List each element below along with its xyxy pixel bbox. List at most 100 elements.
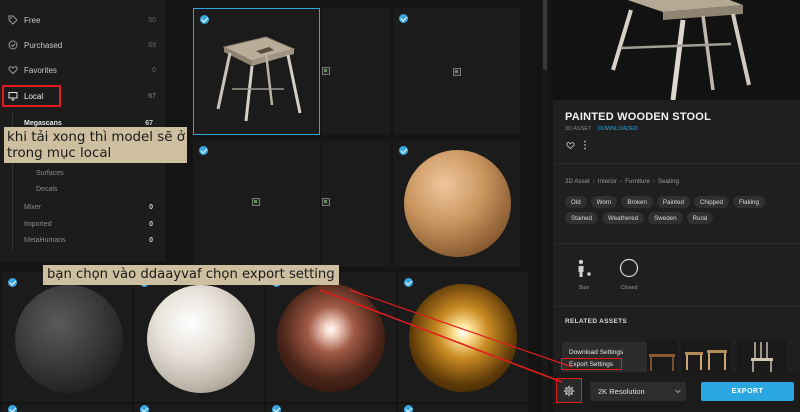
check-circle-icon (8, 40, 18, 50)
downloaded-check-icon (272, 405, 281, 412)
sidebar-sub-decals[interactable]: Decals (36, 186, 165, 193)
person-scale-icon (578, 259, 591, 277)
sidebar-item-count: 50 (148, 16, 156, 24)
resolution-select[interactable]: 2K Resolution (590, 382, 686, 401)
sidebar-item-label: Favorites (24, 65, 57, 75)
tag-chip[interactable]: Chipped (693, 196, 729, 208)
asset-card[interactable] (398, 404, 528, 412)
asset-card-dark-sphere[interactable] (2, 272, 132, 402)
local-highlight-box (2, 85, 61, 107)
export-button[interactable]: EXPORT (701, 382, 794, 401)
downloaded-check-icon (200, 15, 209, 24)
asset-card[interactable] (321, 140, 391, 267)
downloaded-check-icon (199, 146, 208, 155)
tag-chip[interactable]: Stained (565, 212, 598, 224)
export-settings-highlight-box (561, 358, 622, 370)
sidebar-item-label: Free (24, 15, 41, 25)
divider (553, 243, 800, 244)
divider (553, 306, 800, 307)
downloaded-check-icon (8, 278, 17, 287)
related-assets-title: RELATED ASSETS (565, 318, 627, 325)
resolution-value: 2K Resolution (598, 387, 645, 396)
asset-card-brick-sphere[interactable] (134, 272, 264, 402)
sub-label: Surfaces (36, 170, 64, 177)
spec-label: Size (578, 285, 590, 291)
sidebar-sub-imported[interactable]: Imported 0 (24, 221, 165, 228)
asset-card[interactable] (393, 8, 520, 135)
tag-icon (8, 15, 18, 25)
sidebar-item-count: 69 (148, 41, 156, 49)
downloaded-check-icon (404, 405, 413, 412)
breadcrumb-item[interactable]: Seating (658, 178, 679, 185)
tag-chip[interactable]: Sweden (648, 212, 683, 224)
sub-count: 0 (149, 204, 153, 211)
asset-card-copper-sphere[interactable] (266, 272, 396, 402)
broken-image-icon (453, 68, 461, 76)
tag-chip[interactable]: Rural (686, 212, 714, 224)
spec-size: Size (569, 258, 599, 291)
material-sphere (277, 284, 385, 392)
gear-icon (563, 385, 575, 396)
material-sphere (404, 150, 511, 257)
asset-card[interactable] (193, 140, 320, 267)
downloaded-check-icon (140, 405, 149, 412)
annotation-note-export: bạn chọn vào ddaayvaf chọn export settin… (43, 265, 339, 285)
asset-card[interactable] (134, 404, 264, 412)
asset-subtitle: 3D ASSET DOWNLOADED (565, 126, 638, 132)
spec-closed: Closed (614, 258, 644, 291)
more-options-icon[interactable] (583, 140, 587, 152)
heart-icon (8, 65, 18, 75)
sub-label: Decals (36, 186, 58, 193)
tag-chip[interactable]: Old (565, 196, 587, 208)
sidebar-item-free[interactable]: Free 50 (0, 9, 165, 31)
sidebar-sub-surfaces[interactable]: Surfaces (36, 170, 165, 177)
related-asset-thumb[interactable] (647, 340, 677, 373)
tag-chip[interactable]: Weathered (602, 212, 645, 224)
sidebar-item-count: 0 (152, 66, 156, 74)
favorite-heart-icon[interactable] (566, 141, 575, 152)
related-asset-thumb[interactable] (737, 340, 787, 373)
asset-card-gold-sphere[interactable] (398, 272, 528, 402)
asset-type: 3D ASSET (565, 126, 592, 132)
sidebar-item-purchased[interactable]: Purchased 69 (0, 34, 165, 56)
sidebar-sub-megascans[interactable]: Megascans 67 (24, 120, 165, 127)
breadcrumb-item[interactable]: Furniture (625, 178, 650, 185)
breadcrumb-item[interactable]: 3D Asset (565, 178, 590, 185)
asset-card-stool[interactable] (193, 8, 320, 135)
annotation-note-local: khi tải xong thì model sẽ ở trong mục lo… (4, 127, 187, 163)
material-sphere (147, 285, 255, 393)
asset-card-wood-sphere[interactable] (393, 140, 520, 267)
stool-preview-image (611, 0, 751, 100)
tag-chip[interactable]: Worn (590, 196, 618, 208)
sidebar-sub-mixer[interactable]: Mixer 0 (24, 204, 165, 211)
tag-chip[interactable]: Broken (621, 196, 653, 208)
related-asset-thumb[interactable] (681, 340, 731, 373)
downloaded-check-icon (404, 278, 413, 287)
scrollbar[interactable] (542, 0, 548, 412)
asset-card[interactable] (266, 404, 396, 412)
sub-label: Mixer (24, 204, 42, 211)
asset-card[interactable] (2, 404, 132, 412)
sidebar-sub-metahumans[interactable]: MetaHumans 0 (24, 237, 165, 244)
asset-title: PAINTED WOODEN STOOL (565, 111, 711, 123)
sidebar-item-label: Purchased (24, 40, 63, 50)
asset-preview[interactable] (553, 0, 800, 100)
tag-chip[interactable]: Flaking (732, 196, 765, 208)
material-sphere (15, 285, 123, 393)
broken-image-icon (252, 198, 260, 206)
breadcrumb: 3D Asset › Interior › Furniture › Seating (565, 178, 679, 185)
sidebar-item-count: 67 (148, 92, 156, 100)
menu-item-download-settings[interactable]: Download Settings (569, 349, 623, 356)
sub-label: MetaHumans (24, 237, 66, 244)
tag-chip[interactable]: Painted (656, 196, 690, 208)
divider (553, 163, 800, 164)
download-status-badge: DOWNLOADED (597, 126, 638, 132)
sidebar-item-favorites[interactable]: Favorites 0 (0, 59, 165, 81)
sub-count: 67 (145, 120, 153, 127)
scrollbar-thumb[interactable] (543, 0, 547, 70)
downloaded-check-icon (399, 14, 408, 23)
asset-card[interactable] (321, 8, 391, 135)
downloaded-check-icon (399, 146, 408, 155)
settings-button[interactable] (556, 378, 582, 403)
breadcrumb-item[interactable]: Interior (598, 178, 617, 185)
